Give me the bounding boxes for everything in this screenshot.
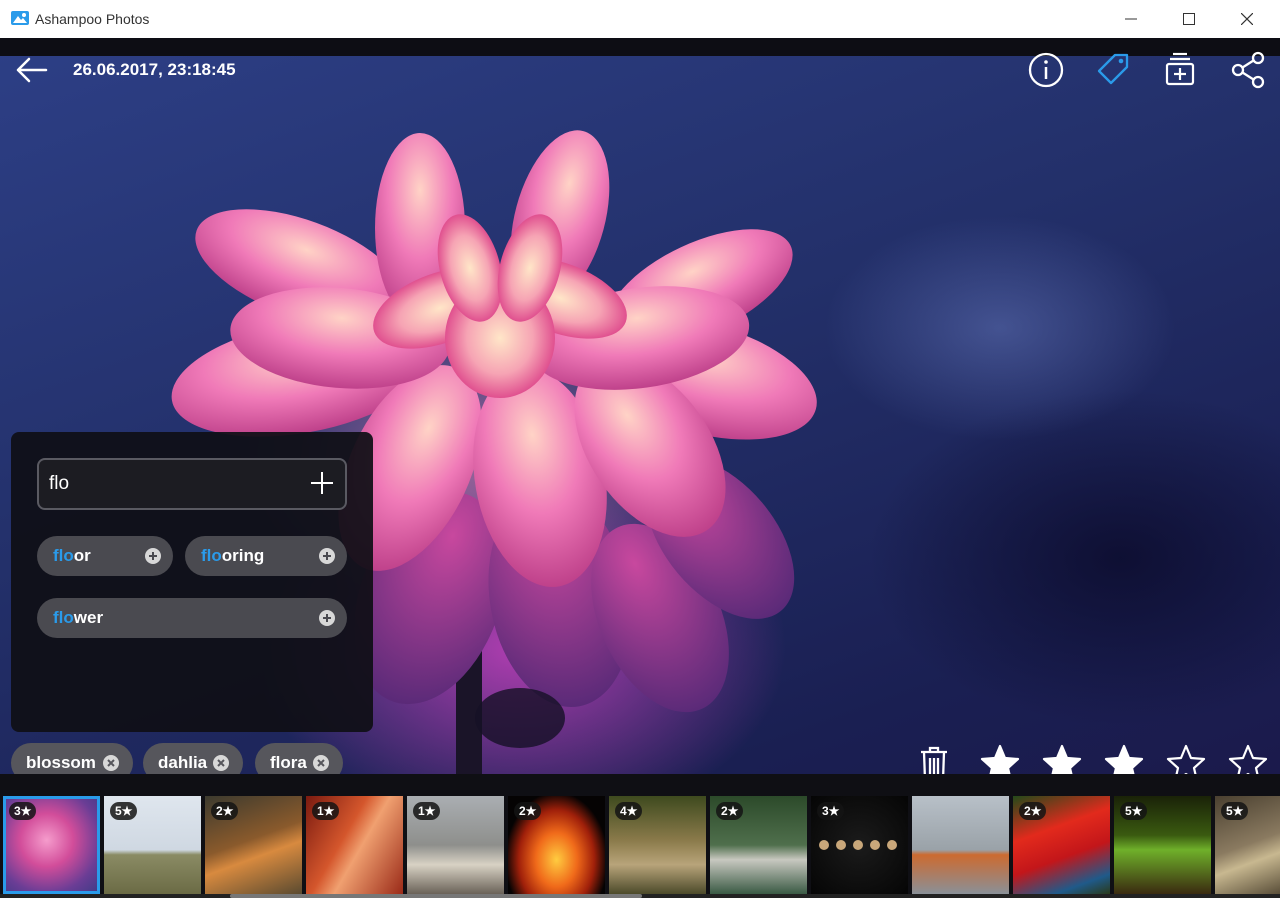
moon-dot [870, 840, 880, 850]
rating-badge: 4★ [615, 802, 643, 820]
add-circle-icon [319, 610, 335, 626]
suggestion-flooring[interactable]: flooring [185, 536, 347, 576]
filmstrip: 3★ 5★ 2★ 1★ 1★ 2★ 4★ 2★ 3★ 2★ 5★ 5★ [0, 774, 1280, 898]
share-icon [1231, 51, 1265, 89]
minimize-icon [1125, 18, 1137, 20]
rating-badge: 2★ [514, 802, 542, 820]
maximize-button[interactable] [1160, 0, 1218, 38]
filmstrip-thumbnail[interactable]: 3★ [811, 796, 908, 894]
add-tag-button[interactable] [309, 470, 335, 496]
filmstrip-thumbnail[interactable]: 5★ [1215, 796, 1280, 894]
photo-date: 26.06.2017, 23:18:45 [73, 60, 236, 79]
close-icon [1241, 13, 1253, 25]
close-button[interactable] [1218, 0, 1276, 38]
filmstrip-thumbnail[interactable]: 2★ [710, 796, 807, 894]
rating-badge: 2★ [211, 802, 239, 820]
rating-badge: 5★ [110, 802, 138, 820]
filmstrip-thumbnail[interactable]: 5★ [1114, 796, 1211, 894]
window-title: Ashampoo Photos [35, 11, 150, 27]
remove-tag-icon[interactable] [213, 755, 229, 771]
title-bar: Ashampoo Photos [0, 0, 1280, 39]
back-button[interactable] [14, 54, 50, 86]
filmstrip-thumbnail[interactable]: 1★ [407, 796, 504, 894]
filmstrip-thumbnail[interactable]: 1★ [306, 796, 403, 894]
filmstrip-thumbnail[interactable]: 5★ [104, 796, 201, 894]
filmstrip-thumbnail[interactable]: 3★ [3, 796, 100, 894]
info-button[interactable] [1026, 50, 1066, 90]
add-circle-icon [145, 548, 161, 564]
suggestion-label: flooring [201, 546, 265, 565]
rating-badge: 2★ [1019, 802, 1047, 820]
minimize-button[interactable] [1102, 0, 1160, 38]
tag-chip-label: dahlia [158, 753, 208, 772]
moon-dot [853, 840, 863, 850]
tag-icon [1097, 53, 1129, 85]
share-button[interactable] [1228, 50, 1268, 90]
moon-dot [887, 840, 897, 850]
filmstrip-thumbnail[interactable]: 2★ [508, 796, 605, 894]
filmstrip-thumbnail[interactable]: 2★ [1013, 796, 1110, 894]
moon-dot [819, 840, 829, 850]
add-circle-icon [319, 548, 335, 564]
filmstrip-thumbnail[interactable]: 2★ [205, 796, 302, 894]
rating-badge: 3★ [817, 802, 845, 820]
rating-badge: 5★ [1221, 802, 1249, 820]
arrow-left-icon [16, 57, 48, 83]
rating-badge: 1★ [312, 802, 340, 820]
suggestion-floor[interactable]: floor [37, 536, 173, 576]
tag-chip-label: blossom [26, 753, 96, 772]
rating-badge: 1★ [413, 802, 441, 820]
photo-viewer: 26.06.2017, 23:18:45 flo floor flooring … [0, 38, 1280, 898]
suggestion-label: floor [53, 546, 91, 565]
moon-phases [819, 840, 897, 850]
add-to-album-icon [1165, 52, 1195, 86]
app-logo-icon [11, 11, 29, 25]
remove-tag-icon[interactable] [103, 755, 119, 771]
suggestion-label: flower [53, 608, 104, 627]
rating-badge: 2★ [716, 802, 744, 820]
tag-input-value: flo [49, 473, 70, 494]
tag-chip-label: flora [270, 753, 307, 772]
tag-panel: flo floor flooring flower [11, 432, 373, 732]
remove-tag-icon[interactable] [313, 755, 329, 771]
plus-icon [311, 472, 333, 494]
filmstrip-scrollbar[interactable] [230, 894, 642, 898]
filmstrip-thumbnail[interactable] [912, 796, 1009, 894]
add-to-album-button[interactable] [1160, 50, 1200, 90]
info-icon [1028, 52, 1064, 88]
moon-dot [836, 840, 846, 850]
rating-badge: 5★ [1120, 802, 1148, 820]
suggestion-flower[interactable]: flower [37, 598, 347, 638]
tag-button[interactable] [1093, 50, 1133, 90]
filmstrip-thumbnail[interactable]: 4★ [609, 796, 706, 894]
tag-search-input[interactable]: flo [37, 458, 347, 510]
maximize-icon [1183, 13, 1195, 25]
rating-badge: 3★ [9, 802, 37, 820]
